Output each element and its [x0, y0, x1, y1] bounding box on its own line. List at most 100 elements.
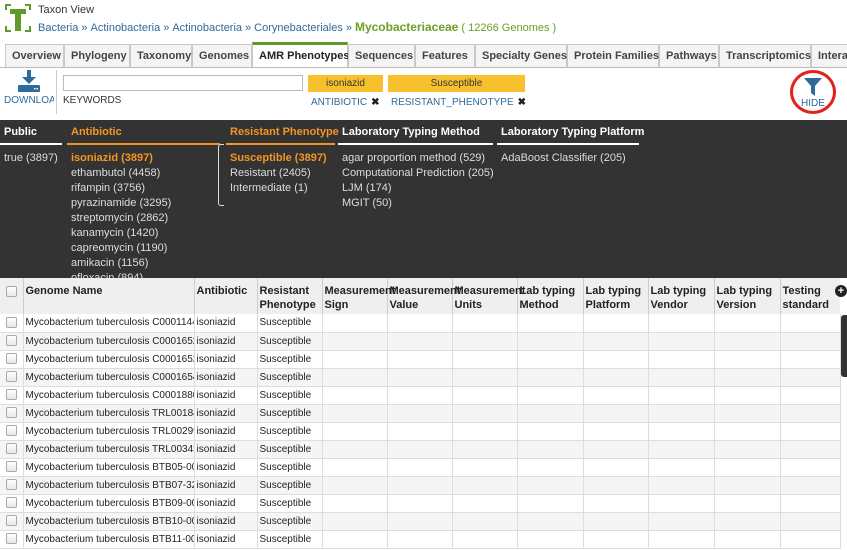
column-header-measurement-sign[interactable]: Measurement Sign	[321, 278, 395, 314]
tab-taxonomy[interactable]: Taxonomy	[130, 44, 192, 67]
column-header-measurement-units[interactable]: Measurement Units	[451, 278, 525, 314]
tab-pathways[interactable]: Pathways	[659, 44, 719, 67]
hide-filter-button[interactable]: HIDE	[790, 70, 836, 114]
facet-item[interactable]: streptomycin (2862)	[71, 211, 220, 226]
table-row[interactable]: Mycobacterium tuberculosis C00011445 ison…	[0, 314, 840, 333]
facet-item[interactable]: pyrazinamide (3295)	[71, 196, 220, 211]
column-header-genome-name[interactable]: Genome Name	[22, 278, 194, 314]
facet-item[interactable]: rifampin (3756)	[71, 181, 220, 196]
cell-lab-typing-method	[516, 332, 583, 351]
table-row[interactable]: Mycobacterium tuberculosis C00016529 ison…	[0, 350, 840, 369]
breadcrumb-corynebacteriales[interactable]: Corynebacteriales	[254, 22, 343, 34]
table-row[interactable]: Mycobacterium tuberculosis BTB10-001 ison…	[0, 512, 840, 531]
facet-item[interactable]: ethambutol (4458)	[71, 166, 220, 181]
facet-item[interactable]: Susceptible (3897)	[230, 151, 335, 166]
tab-protein-families[interactable]: Protein Families	[567, 44, 659, 67]
facet-item[interactable]: LJM (174)	[342, 181, 493, 196]
table-row[interactable]: Mycobacterium tuberculosis TRL0034386 iso…	[0, 440, 840, 459]
table-row[interactable]: Mycobacterium tuberculosis C00018805 ison…	[0, 386, 840, 405]
row-checkbox[interactable]	[6, 335, 17, 347]
keywords-input[interactable]	[63, 75, 303, 91]
row-checkbox[interactable]	[6, 515, 17, 527]
download-button[interactable]: DOWNLOAD	[4, 70, 54, 116]
cell-lab-typing-version	[713, 404, 780, 423]
table-row[interactable]: Mycobacterium tuberculosis TRL0018445 iso…	[0, 404, 840, 423]
table-row[interactable]: Mycobacterium tuberculosis TRL0029962 iso…	[0, 422, 840, 441]
tab-overview[interactable]: Overview	[5, 44, 64, 67]
facet-title-resistant-phenotype[interactable]: Resistant Phenotype	[226, 120, 339, 145]
row-checkbox[interactable]	[6, 497, 17, 509]
remove-filter-antibiotic-icon[interactable]: ✖	[371, 97, 379, 108]
cell-measurement-value	[386, 512, 452, 531]
tab-phylogeny[interactable]: Phylogeny	[64, 44, 130, 67]
remove-filter-resistant-phenotype-icon[interactable]: ✖	[518, 97, 526, 108]
column-header-lab-typing-method[interactable]: Lab typing Method	[516, 278, 583, 314]
facet-item[interactable]: Resistant (2405)	[230, 166, 335, 181]
column-header-lab-typing-version[interactable]: Lab typing Version	[713, 278, 780, 314]
table-row[interactable]: Mycobacterium tuberculosis BTB07-324 ison…	[0, 476, 840, 495]
facet-item[interactable]: Intermediate (1)	[230, 181, 335, 196]
row-checkbox[interactable]	[6, 389, 17, 401]
facet-item[interactable]: amikacin (1156)	[71, 256, 220, 271]
facet-title-lab-typing-platform[interactable]: Laboratory Typing Platform	[497, 120, 644, 145]
row-checkbox[interactable]	[6, 317, 17, 329]
table-row[interactable]: Mycobacterium tuberculosis C00016527 ison…	[0, 332, 840, 351]
facet-item[interactable]: AdaBoost Classifier (205)	[501, 151, 639, 166]
table-row[interactable]: Mycobacterium tuberculosis BTB05-001 ison…	[0, 458, 840, 477]
facet-item[interactable]: Computational Prediction (205)	[342, 166, 494, 181]
column-header-resistant-phenotype[interactable]: Resistant Phenotype	[256, 278, 322, 314]
breadcrumb-actinobacteria-phylum[interactable]: Actinobacteria	[90, 22, 160, 34]
row-checkbox[interactable]	[6, 425, 17, 437]
facet-item[interactable]: isoniazid (3897)	[71, 151, 220, 166]
tab-amr-phenotypes[interactable]: AMR Phenotypes	[252, 42, 349, 67]
cell-resistant-phenotype: Susceptible	[256, 386, 322, 405]
facet-item[interactable]: capreomycin (1190)	[71, 241, 220, 256]
tab-genomes[interactable]: Genomes	[192, 44, 252, 67]
column-header-lab-typing-platform[interactable]: Lab typing Platform	[582, 278, 648, 314]
row-checkbox[interactable]	[6, 533, 17, 545]
table-row[interactable]: Mycobacterium tuberculosis BTB11-001 ison…	[0, 530, 840, 549]
facet-title-antibiotic[interactable]: Antibiotic	[67, 120, 220, 145]
breadcrumb-bacteria[interactable]: Bacteria	[38, 22, 78, 34]
tab-transcriptomics[interactable]: Transcriptomics	[719, 44, 811, 67]
facet-item[interactable]: kanamycin (1420)	[71, 226, 220, 241]
cell-antibiotic: isoniazid	[193, 440, 257, 459]
cell-testing-standard	[779, 350, 840, 369]
row-checkbox[interactable]	[6, 353, 17, 365]
table-row[interactable]: Mycobacterium tuberculosis BTB09-001 ison…	[0, 494, 840, 513]
grid-scrollbar-handle[interactable]	[841, 315, 847, 377]
row-checkbox[interactable]	[6, 461, 17, 473]
facet-title-public[interactable]: Public	[0, 120, 62, 145]
tab-sequences[interactable]: Sequences	[348, 44, 415, 67]
cell-antibiotic: isoniazid	[193, 422, 257, 441]
tab-specialty-genes[interactable]: Specialty Genes	[475, 44, 567, 67]
row-checkbox[interactable]	[6, 407, 17, 419]
cell-lab-typing-platform	[582, 332, 648, 351]
view-title: Taxon View	[38, 4, 95, 16]
column-header-testing-standard[interactable]: Testing standard	[779, 278, 840, 314]
facet-title-lab-typing-method[interactable]: Laboratory Typing Method	[338, 120, 493, 145]
facet-item[interactable]: true (3897)	[4, 151, 62, 166]
cell-antibiotic: isoniazid	[193, 494, 257, 513]
cell-antibiotic: isoniazid	[193, 476, 257, 495]
cell-measurement-units	[451, 476, 517, 495]
column-header-lab-typing-vendor[interactable]: Lab typing Vendor	[647, 278, 714, 314]
column-header-antibiotic[interactable]: Antibiotic	[193, 278, 257, 314]
add-column-icon[interactable]: +	[835, 285, 847, 297]
facet-item[interactable]: agar proportion method (529)	[342, 151, 493, 166]
breadcrumb-actinobacteria-class[interactable]: Actinobacteria	[172, 22, 242, 34]
select-all-checkbox[interactable]	[6, 285, 17, 297]
row-checkbox[interactable]	[6, 479, 17, 491]
facet-item[interactable]: ofloxacin (894)	[71, 271, 220, 278]
cell-measurement-units	[451, 458, 517, 477]
facet-item[interactable]: MGIT (50)	[342, 196, 493, 211]
cell-resistant-phenotype: Susceptible	[256, 476, 322, 495]
tab-features[interactable]: Features	[415, 44, 475, 67]
table-row[interactable]: Mycobacterium tuberculosis C00016542 ison…	[0, 368, 840, 387]
tab-interactions[interactable]: Interactions	[811, 44, 847, 67]
row-checkbox[interactable]	[6, 443, 17, 455]
cell-measurement-value	[386, 314, 452, 333]
cell-lab-typing-version	[713, 440, 780, 459]
column-header-measurement-value[interactable]: Measurement Value	[386, 278, 460, 314]
row-checkbox[interactable]	[6, 371, 17, 383]
